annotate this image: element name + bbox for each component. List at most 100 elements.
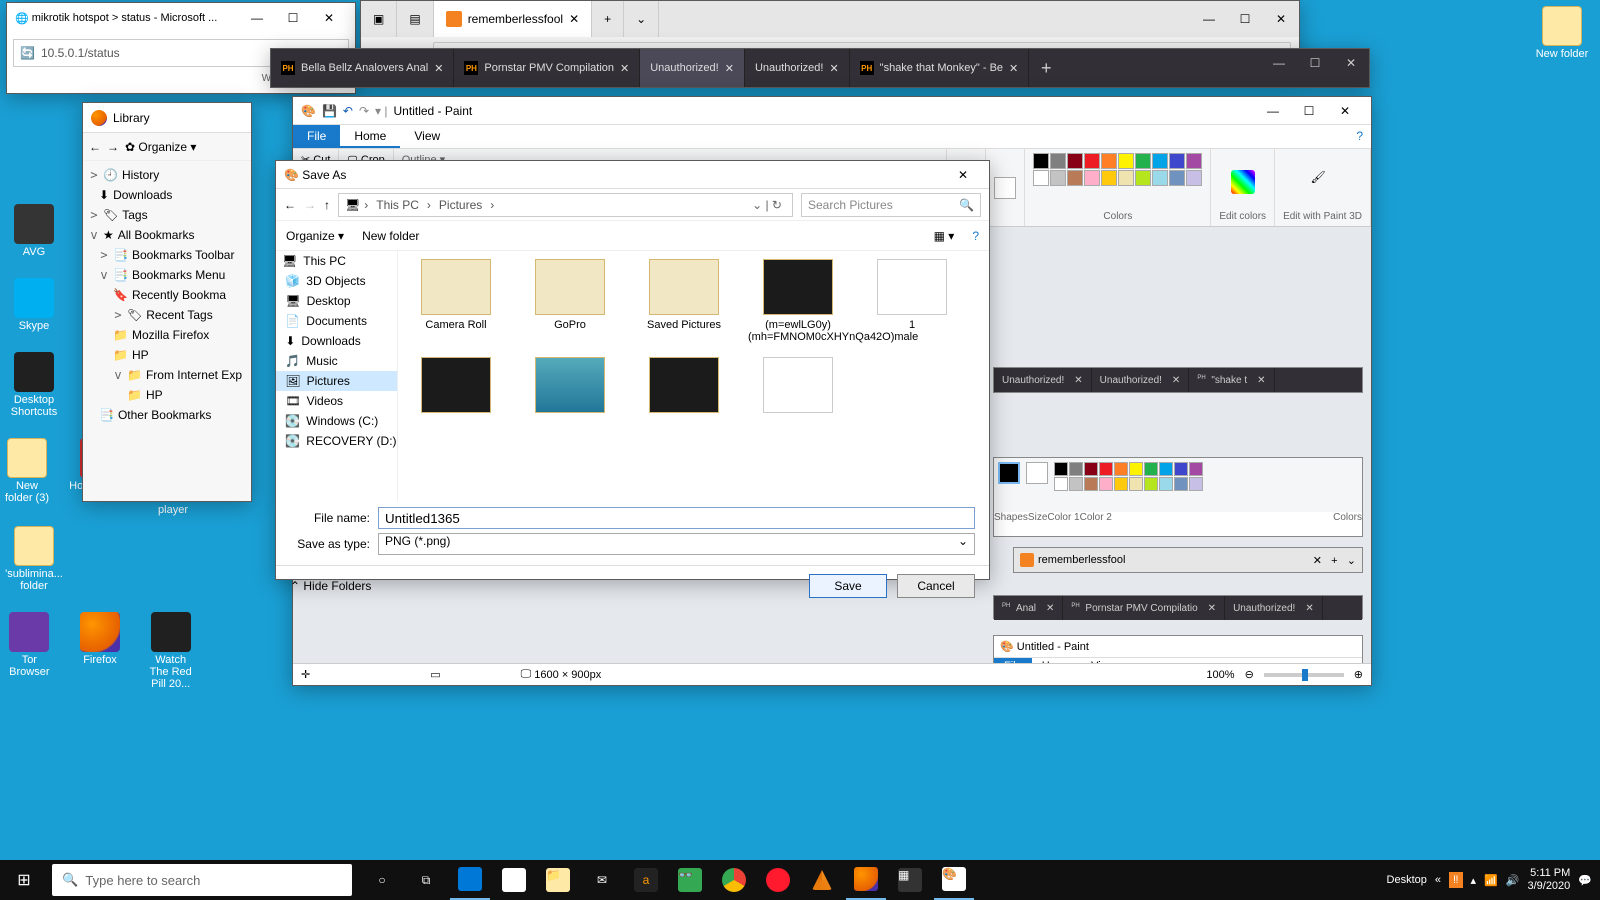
- color-swatch[interactable]: [1174, 462, 1188, 476]
- tb-edge[interactable]: [450, 860, 490, 900]
- icon-skype[interactable]: Skype: [4, 278, 64, 332]
- firefox-tab-1[interactable]: PHPornstar PMV Compilation✕: [454, 49, 640, 87]
- tb-amazon[interactable]: a: [626, 860, 666, 900]
- ff-max[interactable]: ☐: [1297, 49, 1333, 77]
- tray-clock[interactable]: 5:11 PM 3/9/2020: [1527, 867, 1570, 893]
- file-item[interactable]: Camera Roll: [406, 259, 506, 343]
- color-swatch[interactable]: [1050, 170, 1066, 186]
- color-swatch[interactable]: [1118, 170, 1134, 186]
- color-swatch[interactable]: [1084, 153, 1100, 169]
- node-hp[interactable]: 📁 HP: [85, 345, 249, 365]
- tree-music[interactable]: 🎵 Music: [276, 351, 397, 371]
- icon-new-folder-top[interactable]: New folder: [1532, 6, 1592, 60]
- edge-tab-0[interactable]: rememberlessfool ✕: [434, 1, 592, 37]
- edge-tabs-expand[interactable]: ⌄: [624, 1, 659, 37]
- node-other-bookmarks[interactable]: 📑 Other Bookmarks: [85, 405, 249, 425]
- icon-desktop-shortcuts[interactable]: Desktop Shortcuts: [4, 352, 64, 418]
- tab-close-icon[interactable]: ✕: [1009, 62, 1018, 75]
- hide-folders[interactable]: ⌃ Hide Folders: [290, 579, 371, 593]
- file-item[interactable]: [406, 357, 506, 417]
- file-item[interactable]: GoPro: [520, 259, 620, 343]
- color-swatch[interactable]: [1152, 170, 1168, 186]
- node-tags[interactable]: >🏷 Tags: [85, 205, 249, 225]
- icon-subliminal[interactable]: 'sublimina... folder: [4, 526, 64, 592]
- file-item[interactable]: [520, 357, 620, 417]
- color-swatch[interactable]: [1129, 477, 1143, 491]
- tree-3d[interactable]: 🧊 3D Objects: [276, 271, 397, 291]
- tb-app1[interactable]: ▦: [890, 860, 930, 900]
- tree-d[interactable]: 💽 RECOVERY (D:): [276, 431, 397, 451]
- edge-min[interactable]: —: [1191, 5, 1227, 33]
- tree-videos[interactable]: 🎞 Videos: [276, 391, 397, 411]
- saveas-file-list[interactable]: Camera RollGoProSaved Pictures(m=ewlLG0y…: [398, 251, 989, 501]
- paint-titlebar[interactable]: 🎨 💾 ↶ ↷ ▾ | Untitled - Paint — ☐ ✕: [293, 97, 1371, 125]
- icon-tor[interactable]: Tor Browser: [4, 612, 55, 690]
- color-swatch[interactable]: [1067, 170, 1083, 186]
- paint-min[interactable]: —: [1255, 97, 1291, 125]
- qat-save-icon[interactable]: 💾: [322, 104, 337, 118]
- file-item[interactable]: Saved Pictures: [634, 259, 734, 343]
- tab-close-icon[interactable]: ✕: [620, 62, 629, 75]
- color-swatch[interactable]: [1084, 462, 1098, 476]
- tab-close-icon[interactable]: ✕: [434, 62, 443, 75]
- tb-paint[interactable]: 🎨: [934, 860, 974, 900]
- paint-tab-file[interactable]: File: [293, 125, 340, 148]
- color-swatch[interactable]: [1069, 477, 1083, 491]
- color-swatch[interactable]: [1135, 153, 1151, 169]
- saveas-new-folder[interactable]: New folder: [362, 229, 419, 243]
- icon-new-folder-3[interactable]: New folder (3): [4, 438, 50, 516]
- color-swatch[interactable]: [1144, 462, 1158, 476]
- paint-help-icon[interactable]: ?: [1348, 125, 1371, 148]
- ribbon-edit-colors[interactable]: Edit colors: [1211, 149, 1275, 226]
- color-swatch[interactable]: [1050, 153, 1066, 169]
- saveas-organize[interactable]: Organize ▾: [286, 229, 344, 243]
- tb-vlc[interactable]: [802, 860, 842, 900]
- tb-chrome[interactable]: [714, 860, 754, 900]
- color-swatch[interactable]: [1067, 153, 1083, 169]
- node-recent-bookmarks[interactable]: 🔖 Recently Bookma: [85, 285, 249, 305]
- firefox-tab-4[interactable]: PH"shake that Monkey" - Be✕: [850, 49, 1030, 87]
- taskbar-search[interactable]: 🔍 Type here to search: [52, 864, 352, 896]
- color-swatch[interactable]: [1186, 153, 1202, 169]
- tab-close-icon[interactable]: ✕: [829, 62, 838, 75]
- tb-store[interactable]: 🛍: [494, 860, 534, 900]
- node-bookmarks-menu[interactable]: v📑 Bookmarks Menu: [85, 265, 249, 285]
- tray-app-icon[interactable]: ‼: [1449, 872, 1463, 888]
- cancel-button[interactable]: Cancel: [897, 574, 975, 598]
- color-swatch[interactable]: [1169, 170, 1185, 186]
- color-swatch[interactable]: [1159, 462, 1173, 476]
- zoom-in[interactable]: ⊕: [1354, 668, 1363, 681]
- color-palette[interactable]: [1033, 153, 1202, 186]
- ie-close[interactable]: ✕: [311, 4, 347, 32]
- zoom-slider[interactable]: [1264, 673, 1344, 677]
- tree-documents[interactable]: 📄 Documents: [276, 311, 397, 331]
- saveas-fwd[interactable]: →: [304, 198, 316, 212]
- tab-close-icon[interactable]: ✕: [725, 62, 734, 75]
- color-swatch[interactable]: [1114, 462, 1128, 476]
- edge-new-tab[interactable]: +: [592, 1, 624, 37]
- tb-taskview[interactable]: ⧉: [406, 860, 446, 900]
- color-swatch[interactable]: [1084, 170, 1100, 186]
- ie-max[interactable]: ☐: [275, 4, 311, 32]
- color-swatch[interactable]: [1189, 462, 1203, 476]
- color-swatch[interactable]: [1174, 477, 1188, 491]
- color-swatch[interactable]: [1054, 462, 1068, 476]
- tray-vol-icon[interactable]: 🔊: [1506, 874, 1520, 887]
- tray-notifications[interactable]: 💬: [1578, 874, 1592, 887]
- file-item[interactable]: [634, 357, 734, 417]
- file-item[interactable]: (m=ewlLG0y)(mh=FMNOM0cXHYnQa42O)male: [748, 259, 848, 343]
- tree-desktop[interactable]: 🖥 Desktop: [276, 291, 397, 311]
- node-downloads[interactable]: ⬇ Downloads: [85, 185, 249, 205]
- qat-undo-icon[interactable]: ↶: [343, 104, 353, 118]
- paint-tab-home[interactable]: Home: [340, 125, 400, 148]
- tree-downloads[interactable]: ⬇ Downloads: [276, 331, 397, 351]
- color-swatch[interactable]: [1101, 170, 1117, 186]
- saveas-close[interactable]: ✕: [945, 161, 981, 189]
- color-swatch[interactable]: [1033, 170, 1049, 186]
- start-button[interactable]: ⊞: [0, 860, 48, 900]
- library-titlebar[interactable]: Library: [83, 103, 251, 133]
- tb-mail[interactable]: ✉: [582, 860, 622, 900]
- saveas-up[interactable]: ↑: [324, 198, 330, 212]
- color-swatch[interactable]: [1033, 153, 1049, 169]
- tree-thispc[interactable]: 🖥 This PC: [276, 251, 397, 271]
